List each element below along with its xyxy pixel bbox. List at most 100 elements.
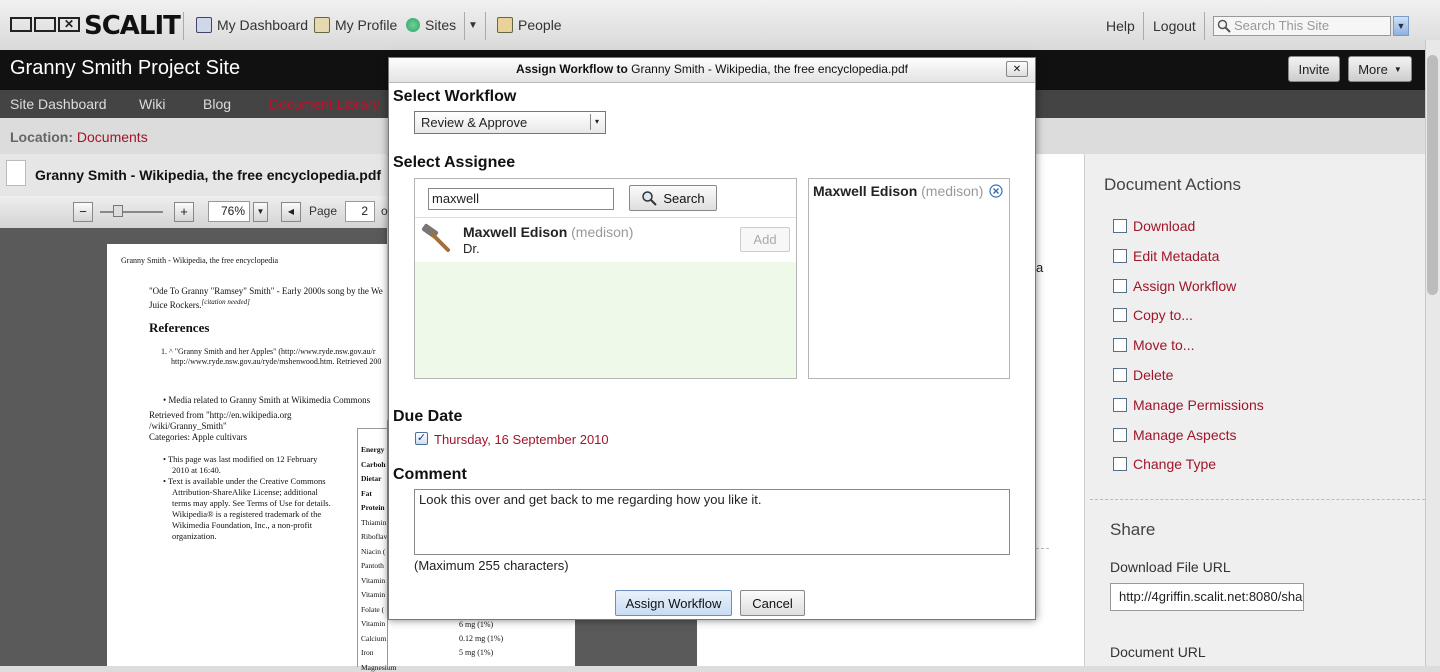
nutrition-row-label: Energy bbox=[361, 445, 385, 454]
action-manage-aspects[interactable]: Manage Aspects bbox=[1113, 427, 1237, 443]
comment-textarea[interactable]: Look this over and get back to me regard… bbox=[414, 489, 1010, 555]
page-field[interactable]: 2 bbox=[345, 201, 375, 222]
scrollbar-thumb[interactable] bbox=[1427, 55, 1438, 295]
zoom-dropdown-icon[interactable]: ▼ bbox=[253, 202, 268, 222]
select-arrow-icon: ▾ bbox=[590, 114, 603, 130]
remove-icon[interactable] bbox=[989, 184, 1003, 198]
nav-people[interactable]: People bbox=[497, 17, 562, 33]
action-move-to[interactable]: Move to... bbox=[1113, 337, 1194, 353]
zoom-field[interactable]: 76% bbox=[208, 201, 250, 222]
edit-metadata-icon bbox=[1113, 248, 1127, 263]
prev-page-button[interactable]: ◀ bbox=[281, 202, 301, 222]
site-title: Granny Smith Project Site bbox=[10, 57, 241, 79]
logout-link[interactable]: Logout bbox=[1153, 18, 1196, 34]
action-download[interactable]: Download bbox=[1113, 218, 1195, 234]
profile-icon bbox=[314, 17, 330, 33]
assign-workflow-button[interactable]: Assign Workflow bbox=[615, 590, 732, 616]
divider bbox=[415, 217, 796, 218]
nutrition-row-label: Niacin ( bbox=[361, 546, 386, 556]
download-icon bbox=[1113, 219, 1127, 233]
action-delete[interactable]: Delete bbox=[1113, 367, 1173, 383]
search-icon bbox=[642, 191, 658, 206]
nutrition-row-value: 5 mg (1%) bbox=[459, 648, 494, 657]
search-dropdown-icon[interactable]: ▼ bbox=[1393, 16, 1409, 36]
sites-dropdown-icon[interactable]: ▼ bbox=[468, 20, 478, 31]
divider bbox=[183, 12, 184, 40]
close-icon: ✕ bbox=[1012, 63, 1022, 75]
pdf-page: Granny Smith - Wikipedia, the free encyc… bbox=[107, 244, 396, 672]
nutrition-row-label: Thiamin bbox=[361, 517, 387, 527]
page-label: Page bbox=[309, 204, 338, 218]
download-url-label: Download File URL bbox=[1110, 559, 1231, 575]
document-actions-title: Document Actions bbox=[1104, 175, 1242, 194]
nutrition-row-label: Iron bbox=[361, 648, 374, 657]
cancel-button[interactable]: Cancel bbox=[740, 590, 805, 616]
nav-my-profile[interactable]: My Profile bbox=[314, 17, 397, 33]
comment-label: Comment bbox=[393, 466, 467, 483]
selected-assignees-panel bbox=[808, 178, 1010, 379]
action-edit-metadata[interactable]: Edit Metadata bbox=[1113, 248, 1219, 264]
sitenav-site-dashboard[interactable]: Site Dashboard bbox=[10, 96, 107, 112]
action-copy-to[interactable]: Copy to... bbox=[1113, 307, 1193, 323]
due-date-checkbox[interactable]: ✓ bbox=[415, 432, 428, 445]
sitenav-document-library[interactable]: Document Library bbox=[269, 96, 380, 112]
nutrition-table: Energy Carboh Dietar Fat Protein Thiamin Ribof… bbox=[357, 428, 396, 672]
document-icon bbox=[6, 160, 26, 186]
delete-icon bbox=[1113, 368, 1127, 382]
dashboard-icon bbox=[196, 17, 212, 33]
nutrition-row-label: Vitamin bbox=[361, 575, 386, 585]
max-characters-note: (Maximum 255 characters) bbox=[414, 558, 569, 573]
action-manage-permissions[interactable]: Manage Permissions bbox=[1113, 397, 1264, 413]
divider bbox=[464, 12, 465, 40]
zoom-in-button[interactable]: + bbox=[174, 202, 194, 222]
zoom-out-button[interactable]: − bbox=[73, 202, 93, 222]
nav-my-dashboard[interactable]: My Dashboard bbox=[196, 17, 308, 33]
due-date-link[interactable]: Thursday, 16 September 2010 bbox=[434, 432, 609, 447]
details-fragment: a bbox=[1036, 260, 1044, 275]
action-change-type[interactable]: Change Type bbox=[1113, 456, 1216, 472]
dialog-title: Assign Workflow to Granny Smith - Wikipe… bbox=[516, 62, 908, 76]
divider bbox=[1036, 548, 1049, 549]
dialog-close-button[interactable]: ✕ bbox=[1006, 61, 1028, 77]
change-type-icon bbox=[1113, 457, 1127, 472]
document-url-label: Document URL bbox=[1110, 644, 1206, 660]
assignee-search-input[interactable]: maxwell bbox=[428, 188, 614, 210]
sitenav-blog[interactable]: Blog bbox=[203, 96, 231, 112]
assign-workflow-icon bbox=[1113, 278, 1127, 293]
nutrition-row-label: Calcium bbox=[361, 633, 387, 643]
nutrition-row-label: Vitamin bbox=[361, 590, 386, 599]
divider bbox=[485, 12, 486, 40]
share-title: Share bbox=[1110, 520, 1156, 539]
nutrition-row-label: Carboh bbox=[361, 459, 386, 469]
add-button[interactable]: Add bbox=[740, 227, 790, 252]
workflow-select[interactable]: Review & Approve bbox=[414, 111, 606, 134]
more-button[interactable]: More ▼ bbox=[1348, 56, 1412, 82]
logo-icon: ✕ bbox=[10, 17, 80, 32]
people-icon bbox=[497, 17, 513, 33]
manage-aspects-icon bbox=[1113, 427, 1127, 442]
site-search-input[interactable]: Search This Site bbox=[1213, 16, 1391, 36]
divider bbox=[1090, 499, 1425, 500]
action-assign-workflow[interactable]: Assign Workflow bbox=[1113, 278, 1236, 294]
nav-sites[interactable]: Sites bbox=[406, 17, 456, 33]
divider bbox=[1143, 12, 1144, 40]
zoom-slider-handle[interactable] bbox=[113, 205, 123, 217]
logo: SCALIT bbox=[84, 11, 181, 41]
nutrition-row-label: Folate ( bbox=[361, 604, 385, 614]
results-area bbox=[415, 262, 796, 378]
help-link[interactable]: Help bbox=[1106, 18, 1135, 34]
invite-button[interactable]: Invite bbox=[1288, 56, 1340, 82]
zoom-slider[interactable] bbox=[100, 211, 163, 213]
chevron-down-icon: ▼ bbox=[1393, 64, 1402, 74]
nutrition-row-label: Pantoth bbox=[361, 561, 384, 570]
nutrition-row-label: Dietar bbox=[361, 474, 382, 483]
select-assignee-label: Select Assignee bbox=[393, 154, 516, 171]
move-icon bbox=[1113, 338, 1127, 353]
document-title: Granny Smith - Wikipedia, the free encyc… bbox=[35, 167, 382, 183]
location-documents-link[interactable]: Documents bbox=[77, 129, 148, 145]
download-url-field[interactable]: http://4griffin.scalit.net:8080/sha bbox=[1110, 583, 1304, 611]
assignee-search-button[interactable]: Search bbox=[629, 185, 717, 211]
nutrition-row-label: Riboflav bbox=[361, 532, 388, 541]
result-user-title: Dr. bbox=[463, 241, 480, 256]
sitenav-wiki[interactable]: Wiki bbox=[139, 96, 165, 112]
